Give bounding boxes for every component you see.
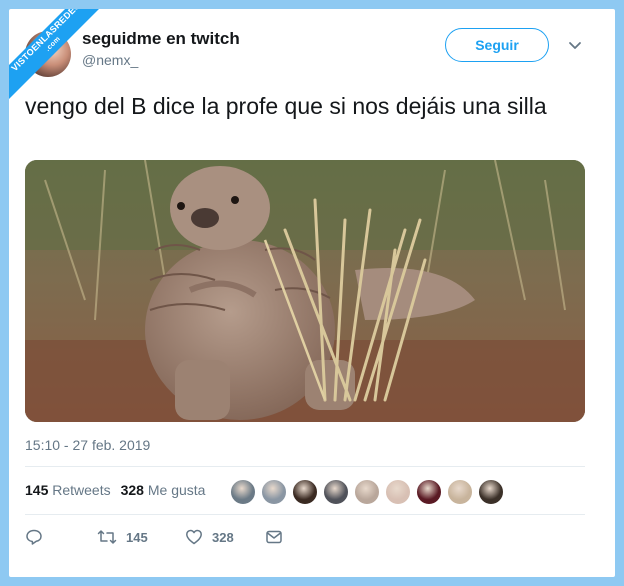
likes-stat[interactable]: 328 Me gusta — [121, 482, 206, 498]
likes-count: 328 — [120, 482, 144, 498]
retweets-stat[interactable]: 145 Retweets — [25, 482, 111, 498]
retweets-label: Retweets — [52, 482, 111, 498]
reply-button[interactable] — [25, 528, 97, 546]
liker-avatar[interactable] — [478, 479, 504, 505]
liker-avatar[interactable] — [416, 479, 442, 505]
liker-avatar[interactable] — [447, 479, 473, 505]
liker-avatar[interactable] — [230, 479, 256, 505]
liker-avatars — [230, 479, 509, 505]
chevron-down-icon[interactable] — [567, 37, 583, 53]
engagement-stats: 145 Retweets 328 Me gusta — [25, 482, 205, 498]
liker-avatar[interactable] — [323, 479, 349, 505]
message-icon — [266, 530, 282, 544]
liker-avatar[interactable] — [385, 479, 411, 505]
liker-avatar[interactable] — [261, 479, 287, 505]
likes-label: Me gusta — [147, 482, 206, 498]
user-handle[interactable]: @nemx_ — [82, 52, 138, 68]
follow-button-label: Seguir — [475, 37, 519, 53]
like-count: 328 — [212, 529, 234, 545]
tweet-card: VISTOENLASREDES .com seguidme en twitch … — [9, 9, 615, 577]
divider — [25, 466, 585, 467]
retweets-count: 145 — [25, 482, 49, 498]
message-button[interactable] — [265, 529, 283, 545]
reply-icon — [26, 529, 42, 545]
retweet-icon — [97, 530, 117, 544]
follow-button[interactable]: Seguir — [445, 28, 549, 62]
liker-avatar[interactable] — [292, 479, 318, 505]
like-button[interactable]: 328 — [185, 528, 265, 546]
display-name[interactable]: seguidme en twitch — [82, 29, 240, 49]
tweet-photo[interactable] — [25, 160, 585, 422]
tweet-actions: 145 328 — [25, 528, 283, 546]
tweet-timestamp[interactable]: 15:10 - 27 feb. 2019 — [25, 437, 150, 453]
retweet-button[interactable]: 145 — [97, 528, 185, 546]
heart-icon — [186, 529, 202, 545]
divider — [25, 514, 585, 515]
tweet-text: vengo del B dice la profe que si nos dej… — [25, 93, 547, 119]
liker-avatar[interactable] — [354, 479, 380, 505]
pangolin-photo — [25, 160, 585, 422]
retweet-count: 145 — [126, 529, 148, 545]
